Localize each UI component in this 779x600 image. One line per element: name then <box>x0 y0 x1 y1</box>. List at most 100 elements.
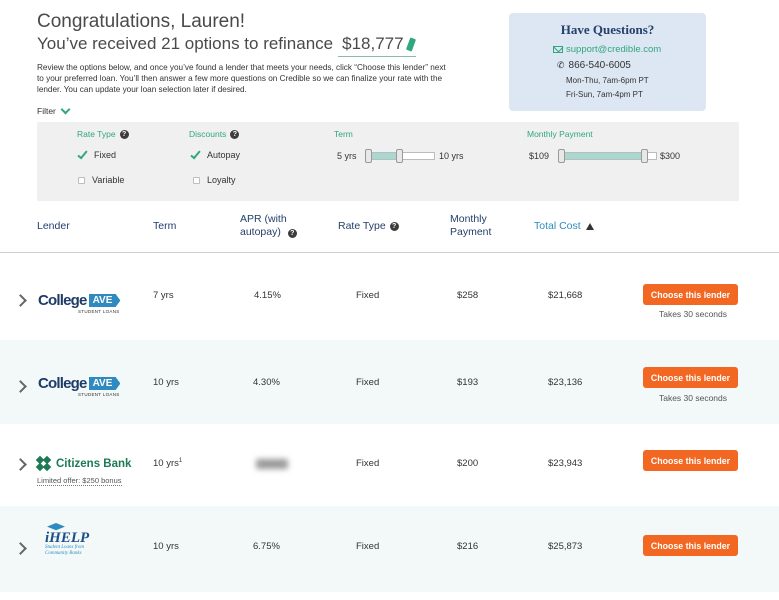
choose-lender-button[interactable]: Choose this lender <box>643 450 738 471</box>
options-summary: You’ve received 21 options to refinance … <box>37 33 457 57</box>
discount-loyalty-checkbox[interactable]: Loyalty <box>193 175 236 185</box>
filter-panel: Rate Type ? Fixed Variable Discounts ? A… <box>37 122 739 201</box>
check-icon <box>77 148 88 159</box>
apr-hidden-value <box>256 459 288 469</box>
rate-type-cell: Fixed <box>356 458 380 469</box>
rate-type-variable-checkbox[interactable]: Variable <box>78 175 124 185</box>
chevron-right-icon[interactable] <box>14 294 27 307</box>
term-min-label: 5 yrs <box>337 151 357 161</box>
refinance-amount-field[interactable]: $18,777 <box>338 33 416 57</box>
table-row: College AVE STUDENT LOANS 7 yrs 4.15% Fix… <box>0 254 779 340</box>
rate-type-filter-label: Rate Type ? <box>77 129 129 139</box>
term-value: 10 yrs <box>153 458 179 470</box>
term-cell: 10 yrs <box>153 377 179 388</box>
phone-number: 866-540-6005 <box>568 60 631 71</box>
column-header-term: Term <box>153 220 177 232</box>
choose-lender-button[interactable]: Choose this lender <box>643 367 738 388</box>
apr-cell: 6.75% <box>253 541 280 552</box>
payment-min-label: $109 <box>529 151 550 161</box>
payment-slider[interactable] <box>558 149 657 163</box>
help-title: Have Questions? <box>560 22 655 37</box>
help-box: Have Questions? support@credible.com ✆ 8… <box>509 13 706 111</box>
pencil-icon[interactable] <box>405 36 416 52</box>
monthly-payment-cell: $216 <box>457 541 479 552</box>
total-cost-cell: $23,136 <box>548 377 583 388</box>
choose-lender-button[interactable]: Choose this lender <box>643 535 738 556</box>
choose-lender-button[interactable]: Choose this lender <box>643 284 738 305</box>
term-filter-label: Term <box>334 129 353 139</box>
help-icon[interactable]: ? <box>230 129 240 139</box>
total-cost-cell: $23,943 <box>548 458 583 469</box>
checkbox-empty-icon <box>193 176 200 184</box>
checkbox-label: Loyalty <box>207 175 236 185</box>
rate-type-cell: Fixed <box>356 377 380 388</box>
mail-icon <box>553 46 563 53</box>
column-header-total-cost[interactable]: Total Cost <box>534 220 594 233</box>
column-header-lender: Lender <box>37 220 70 232</box>
promo-offer[interactable]: Limited offer: $250 bonus <box>37 476 122 486</box>
term-slider-max-handle[interactable] <box>396 149 403 163</box>
table-row: iHELP Student Loans from Community Banks… <box>0 506 779 592</box>
payment-max-label: $300 <box>660 151 681 161</box>
support-phone[interactable]: ✆ 866-540-6005 <box>557 60 631 71</box>
logo-word: Citizens Bank <box>56 457 132 470</box>
help-icon[interactable]: ? <box>119 129 129 139</box>
chevron-right-icon[interactable] <box>14 380 27 393</box>
logo-word: College <box>38 375 87 392</box>
checkbox-label: Fixed <box>94 150 117 160</box>
term-cell: 10 yrs1 <box>153 458 182 469</box>
discount-autopay-checkbox[interactable]: Autopay <box>190 148 241 160</box>
checkbox-label: Autopay <box>207 150 241 160</box>
college-ave-logo: College AVE STUDENT LOANS <box>38 292 121 314</box>
term-slider[interactable] <box>365 149 435 163</box>
citizens-bank-logo: Citizens Bank <box>35 455 132 472</box>
greeting: Congratulations, Lauren! <box>37 11 246 32</box>
hours-weekend: Fri-Sun, 7am-4pm PT <box>566 90 643 99</box>
monthly-payment-cell: $258 <box>457 290 479 301</box>
support-email: support@credible.com <box>566 44 662 55</box>
hours-weekday: Mon-Thu, 7am-6pm PT <box>566 76 649 85</box>
payment-slider-fill <box>559 153 645 159</box>
table-row: College AVE STUDENT LOANS 10 yrs 4.30% Fi… <box>0 340 779 424</box>
filter-label: Filter <box>37 106 56 116</box>
citizens-bank-icon <box>35 455 52 472</box>
column-header-apr: APR (with autopay) ? <box>240 213 310 239</box>
apr-cell: 4.30% <box>253 377 280 388</box>
support-email-link[interactable]: support@credible.com <box>553 44 661 55</box>
apr-header-text: APR (with autopay) <box>240 213 287 238</box>
help-icon[interactable]: ? <box>389 222 399 231</box>
chevron-right-icon[interactable] <box>14 458 27 471</box>
checkbox-empty-icon <box>78 176 85 184</box>
rate-type-header-text: Rate Type <box>338 220 386 232</box>
apr-cell: 4.15% <box>254 290 281 301</box>
rate-type-label: Rate Type <box>77 129 116 139</box>
logo-tag: AVE <box>88 294 121 307</box>
term-cell: 7 yrs <box>153 290 174 301</box>
instructions-text: Review the options below, and once you’v… <box>37 63 446 94</box>
results-header: Congratulations, Lauren! You’ve received… <box>37 10 457 95</box>
term-cell: 10 yrs <box>153 541 179 552</box>
ihelp-logo: iHELP Student Loans from Community Banks <box>45 523 105 557</box>
column-header-monthly-payment: Monthly Payment <box>450 213 492 238</box>
help-icon[interactable]: ? <box>287 229 297 238</box>
term-slider-min-handle[interactable] <box>365 149 372 163</box>
chevron-right-icon[interactable] <box>14 542 27 555</box>
discounts-filter-label: Discounts ? <box>189 129 240 139</box>
phone-icon: ✆ <box>557 60 565 70</box>
logo-sub: Student Loans from Community Banks <box>45 545 84 556</box>
refinance-amount: $18,777 <box>342 34 404 53</box>
filter-toggle[interactable]: Filter <box>37 104 71 116</box>
column-header-rate-type: Rate Type ? <box>338 220 399 233</box>
rate-type-fixed-checkbox[interactable]: Fixed <box>77 148 117 160</box>
total-cost-cell: $21,668 <box>548 290 583 301</box>
total-cost-cell: $25,873 <box>548 541 583 552</box>
monthly-payment-cell: $193 <box>457 377 479 388</box>
term-max-label: 10 yrs <box>439 151 464 161</box>
payment-slider-max-handle[interactable] <box>641 149 648 163</box>
logo-word: iHELP <box>45 530 90 546</box>
monthly-payment-cell: $200 <box>457 458 479 469</box>
logo-word: College <box>38 292 87 309</box>
rate-type-cell: Fixed <box>356 290 380 301</box>
options-count-text: You’ve received 21 options to refinance <box>37 34 334 53</box>
payment-slider-min-handle[interactable] <box>558 149 565 163</box>
